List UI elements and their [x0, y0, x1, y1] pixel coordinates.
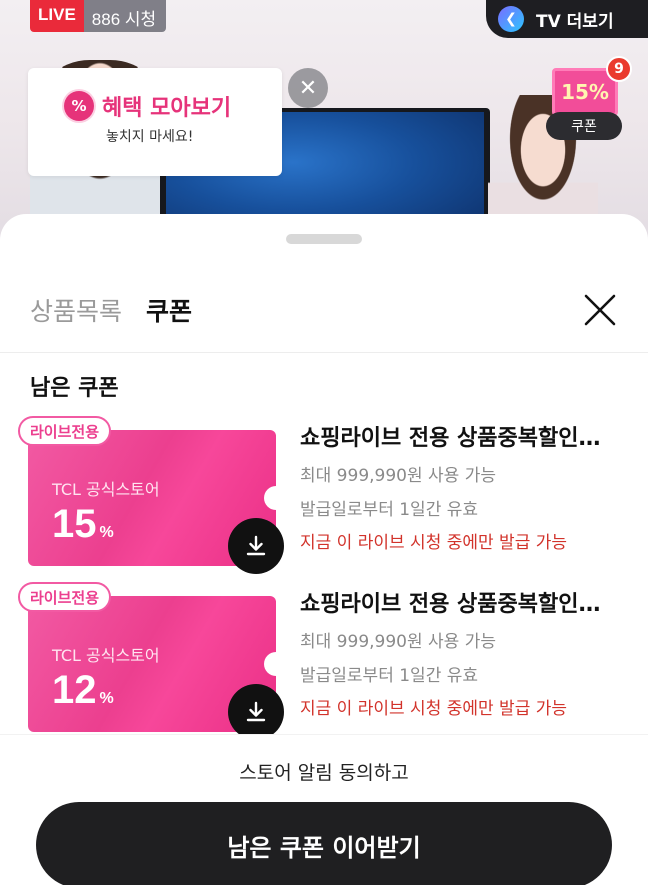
store-alarm-agree-text: 스토어 알림 동의하고: [239, 762, 409, 784]
viewer-count: 886 시청: [83, 0, 167, 32]
tab-divider: [0, 352, 648, 353]
coupon-discount-unit: %: [99, 524, 114, 541]
floating-coupon-label[interactable]: 쿠폰: [546, 112, 622, 140]
coupon-max-discount: 최대 999,990원 사용 가능: [300, 466, 496, 486]
coupon-count-badge: 9: [606, 56, 632, 82]
percent-badge-icon: %: [64, 91, 94, 121]
benefit-title-row: % 혜택 모아보기: [64, 90, 282, 122]
coupon-info: 쇼핑라이브 전용 상품중복할인쿠폰 최대 999,990원 사용 가능 발급일로…: [300, 586, 630, 719]
close-icon[interactable]: ✕: [288, 68, 328, 108]
tab-coupon[interactable]: 쿠폰: [146, 292, 192, 328]
sheet-drag-handle[interactable]: [286, 234, 362, 244]
benefit-subtitle: 놓치지 마세요!: [106, 129, 194, 145]
benefit-title: 혜택 모아보기: [102, 96, 232, 121]
close-sheet-icon[interactable]: [580, 290, 620, 330]
section-title-remaining-coupons: 남은 쿠폰: [30, 376, 119, 401]
coupon-condition: 지금 이 라이브 시청 중에만 발급 가능: [300, 533, 568, 553]
chevron-left-icon: ❮: [498, 6, 524, 32]
get-remaining-coupons-button[interactable]: 남은 쿠폰 이어받기: [36, 802, 612, 885]
sheet-tabs: 상품목록 쿠폰: [30, 292, 192, 328]
download-coupon-button[interactable]: [228, 518, 284, 574]
coupon-validity: 발급일로부터 1일간 유효: [300, 666, 479, 686]
tv-more-label: TV 더보기: [536, 11, 614, 32]
tab-product-list[interactable]: 상품목록: [30, 292, 122, 328]
coupon-info: 쇼핑라이브 전용 상품중복할인쿠폰 최대 999,990원 사용 가능 발급일로…: [300, 420, 630, 553]
coupon-notch: [264, 652, 288, 676]
coupon-discount-value: 15: [52, 502, 97, 546]
live-tag: LIVE: [30, 0, 84, 32]
benefit-popup[interactable]: % 혜택 모아보기 놓치지 마세요!: [28, 68, 282, 176]
coupon-store: TCL 공식스토어: [52, 480, 160, 499]
coupon-max-discount: 최대 999,990원 사용 가능: [300, 632, 496, 652]
coupon-condition: 지금 이 라이브 시청 중에만 발급 가능: [300, 699, 568, 719]
download-icon: [246, 701, 266, 722]
coupon-bottom-sheet: 상품목록 쿠폰 남은 쿠폰 TCL 공식스토어 15% 라이브전용 쇼핑라이브 …: [0, 214, 648, 885]
live-only-tag: 라이브전용: [18, 582, 112, 612]
coupon-item: TCL 공식스토어 15% 라이브전용 쇼핑라이브 전용 상품중복할인쿠폰 최대…: [18, 416, 630, 574]
coupon-discount: 15%: [52, 502, 114, 547]
coupon-discount-unit: %: [99, 690, 114, 707]
download-coupon-button[interactable]: [228, 684, 284, 740]
tv-more-button[interactable]: ❮ TV 더보기: [486, 0, 648, 38]
coupon-discount-value: 12: [52, 668, 97, 712]
live-only-tag: 라이브전용: [18, 416, 112, 446]
coupon-notch: [264, 486, 288, 510]
coupon-discount: 12%: [52, 668, 114, 713]
coupon-store: TCL 공식스토어: [52, 646, 160, 665]
coupon-name: 쇼핑라이브 전용 상품중복할인쿠폰: [300, 592, 610, 617]
coupon-item: TCL 공식스토어 12% 라이브전용 쇼핑라이브 전용 상품중복할인쿠폰 최대…: [18, 582, 630, 740]
live-badge: LIVE 886 시청: [30, 0, 167, 32]
coupon-validity: 발급일로부터 1일간 유효: [300, 500, 479, 520]
download-icon: [246, 535, 266, 556]
coupon-name: 쇼핑라이브 전용 상품중복할인쿠폰: [300, 426, 610, 451]
